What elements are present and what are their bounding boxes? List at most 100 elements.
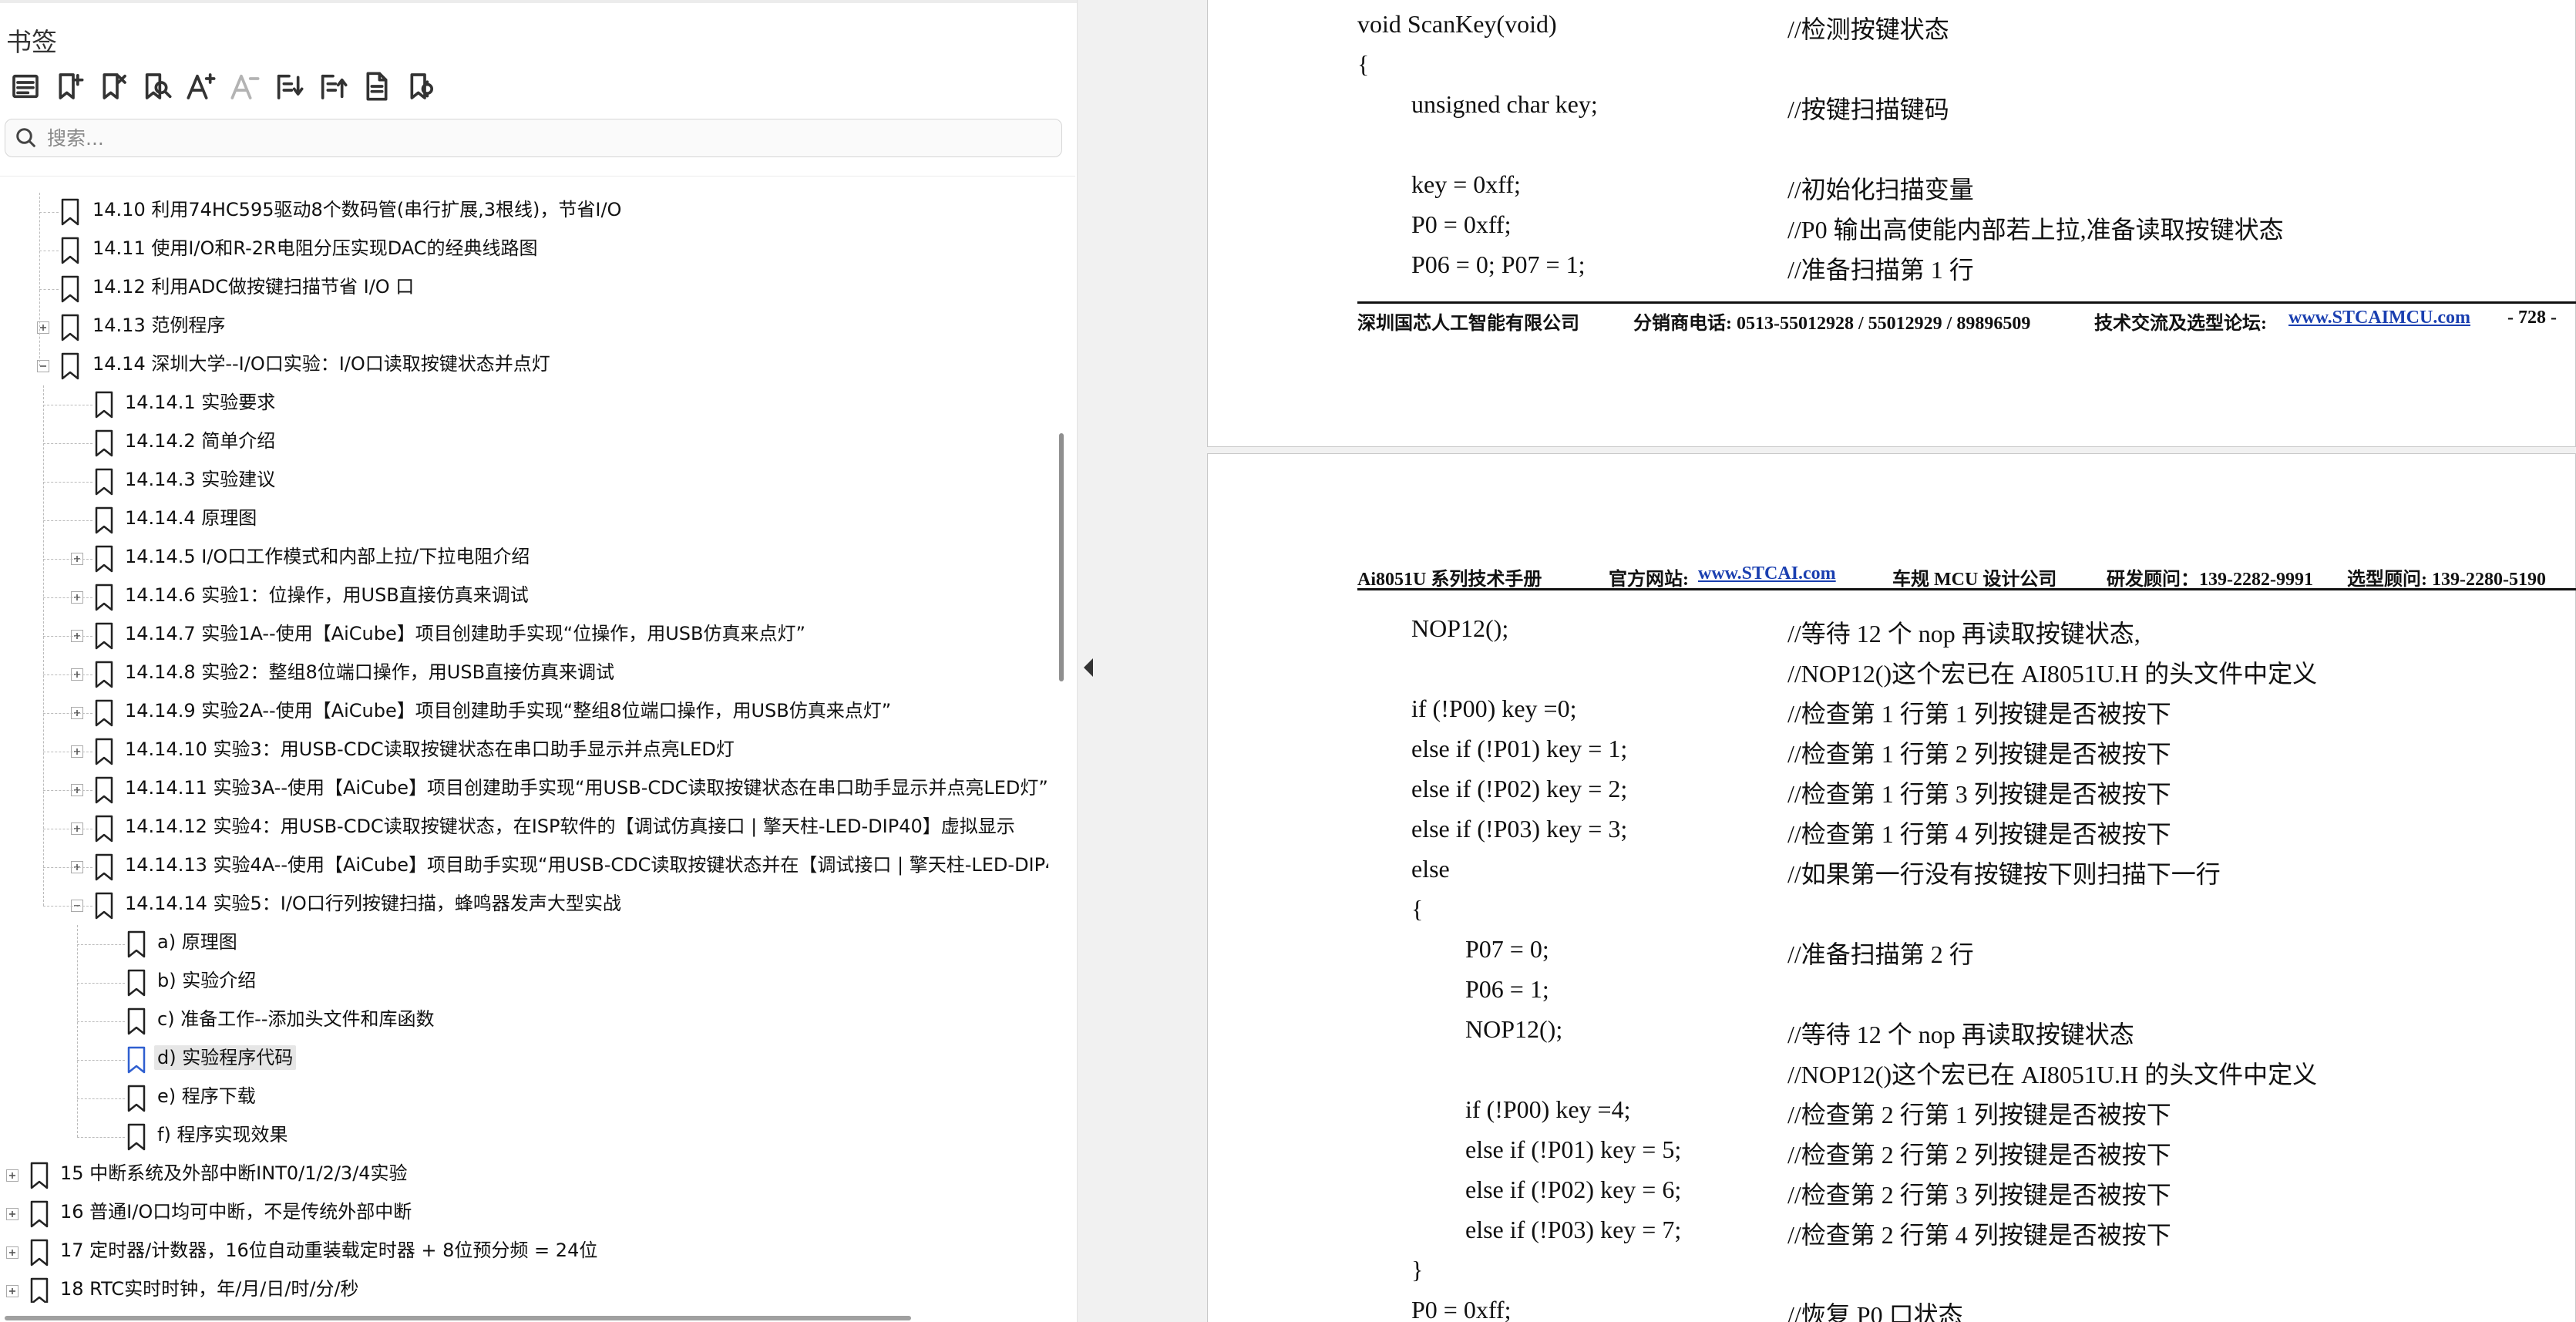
bookmark-item[interactable]: f) 程序实现效果 bbox=[0, 1118, 1048, 1156]
bookmark-item[interactable]: 15 中断系统及外部中断INT0/1/2/3/4实验 bbox=[0, 1156, 1048, 1195]
bookmark-horizontal-scrollbar[interactable] bbox=[0, 1307, 1075, 1322]
code-comment: //准备扫描第 1 行 bbox=[1787, 256, 1974, 284]
bookmark-icon bbox=[126, 1085, 146, 1112]
tree-guide-line bbox=[77, 1021, 125, 1022]
bookmark-item-label: 14.14 深圳大学--I/O口实验：I/O口读取按键状态并点灯 bbox=[92, 353, 550, 375]
tree-guide-line bbox=[43, 520, 92, 521]
font-increase-button[interactable] bbox=[179, 68, 223, 108]
bookmark-item[interactable]: 14.14.2 简单介绍 bbox=[0, 424, 1048, 463]
bookmark-icon bbox=[94, 776, 114, 804]
expand-toggle-icon[interactable] bbox=[6, 1169, 18, 1182]
bookmark-item[interactable]: 14.14.9 实验2A--使用【AiCube】项目创建助手实现“整组8位端口操… bbox=[0, 694, 1048, 732]
tree-guide-line bbox=[77, 1060, 125, 1061]
bookmark-item[interactable]: 14.14.14 实验5：I/O口行列按键扫描，蜂鸣器发声大型实战 bbox=[0, 886, 1048, 925]
bookmark-item-label: 14.14.3 实验建议 bbox=[125, 469, 276, 490]
footer-company: 深圳国芯人工智能有限公司 bbox=[1357, 314, 1579, 334]
expand-toggle-icon[interactable] bbox=[6, 1285, 18, 1297]
bookmark-search-box[interactable] bbox=[5, 119, 1062, 157]
code-text: P06 = 0; P07 = 1; bbox=[1411, 251, 1586, 278]
bookmark-item[interactable]: 14.14.4 原理图 bbox=[0, 501, 1048, 540]
bookmark-item[interactable]: 16 普通I/O口均可中断，不是传统外部中断 bbox=[0, 1195, 1048, 1233]
bookmark-item[interactable]: 14.14.7 实验1A--使用【AiCube】项目创建助手实现“位操作，用US… bbox=[0, 617, 1048, 655]
bookmark-item[interactable]: 17 定时器/计数器，16位自动重装载定时器 + 8位预分频 = 24位 bbox=[0, 1233, 1048, 1272]
bookmark-settings-button[interactable] bbox=[399, 68, 442, 108]
bookmark-item[interactable]: 14.14.8 实验2：整组8位端口操作，用USB直接仿真来调试 bbox=[0, 655, 1048, 694]
bookmark-item[interactable]: 14.14.12 实验4：用USB-CDC读取按键状态，在ISP软件的【调试仿真… bbox=[0, 809, 1048, 848]
bookmark-item[interactable]: 14.14.1 实验要求 bbox=[0, 385, 1048, 424]
font-decrease-icon bbox=[230, 71, 261, 105]
bookmark-search-input[interactable] bbox=[47, 126, 1049, 150]
bookmark-item[interactable]: 14.10 利用74HC595驱动8个数码管(串行扩展,3根线)，节省I/O bbox=[0, 193, 1048, 231]
outline-list-button[interactable] bbox=[3, 68, 47, 108]
panel-splitter[interactable] bbox=[1078, 0, 1207, 1322]
code-comment: //检测按键状态 bbox=[1787, 15, 1949, 43]
tree-guide-line bbox=[43, 867, 92, 868]
header-rule bbox=[1357, 588, 2576, 590]
code-comment: //等待 12 个 nop 再读取按键状态 bbox=[1787, 1021, 2134, 1048]
bookmark-item-label: 17 定时器/计数器，16位自动重装载定时器 + 8位预分频 = 24位 bbox=[60, 1240, 598, 1261]
bookmark-item[interactable]: d) 实验程序代码 bbox=[0, 1041, 1048, 1079]
collapse-panel-arrow-icon[interactable] bbox=[1082, 657, 1095, 678]
bookmark-icon bbox=[94, 661, 114, 688]
bookmark-item-label: 14.14.2 简单介绍 bbox=[125, 430, 276, 452]
bookmark-icon bbox=[29, 1162, 49, 1189]
bookmark-icon bbox=[29, 1239, 49, 1266]
tree-guide-line bbox=[77, 983, 125, 984]
code-text: P0 = 0xff; bbox=[1411, 210, 1512, 238]
collapse-all-button[interactable] bbox=[311, 68, 355, 108]
bookmark-vertical-scrollbar[interactable] bbox=[1054, 193, 1071, 1303]
document-viewport[interactable]: void ScanKey(void) //检测按键状态 {unsigned char… bbox=[1207, 0, 2576, 1322]
bookmark-properties-button[interactable] bbox=[355, 68, 399, 108]
expand-toggle-icon[interactable] bbox=[6, 1246, 18, 1259]
tree-guide-line bbox=[39, 289, 59, 290]
expand-toggle-icon[interactable] bbox=[6, 1208, 18, 1220]
bookmark-item[interactable]: 14.14.5 I/O口工作模式和内部上拉/下拉电阻介绍 bbox=[0, 540, 1048, 578]
find-bookmark-button[interactable] bbox=[135, 68, 179, 108]
vertical-scroll-thumb[interactable] bbox=[1059, 433, 1064, 681]
search-icon bbox=[16, 128, 36, 148]
bookmark-icon bbox=[94, 622, 114, 650]
bookmark-icon bbox=[126, 1123, 146, 1151]
horizontal-scroll-thumb[interactable] bbox=[5, 1316, 911, 1320]
bookmark-item[interactable]: 14.14.3 实验建议 bbox=[0, 463, 1048, 501]
add-bookmark-button[interactable] bbox=[47, 68, 91, 108]
tree-guide-line bbox=[43, 443, 92, 444]
delete-bookmark-button[interactable] bbox=[91, 68, 135, 108]
bookmark-item[interactable]: 14.11 使用I/O和R-2R电阻分压实现DAC的经典线路图 bbox=[0, 231, 1048, 270]
bookmark-icon bbox=[29, 1277, 49, 1303]
tree-guide-line bbox=[77, 1137, 125, 1138]
bookmark-item[interactable]: 14.13 范例程序 bbox=[0, 308, 1048, 347]
code-comment: //检查第 1 行第 3 列按键是否被按下 bbox=[1787, 780, 2171, 808]
expand-all-button[interactable] bbox=[267, 68, 311, 108]
bookmark-item[interactable]: 14.14.11 实验3A--使用【AiCube】项目创建助手实现“用USB-C… bbox=[0, 771, 1048, 809]
bookmark-item[interactable]: c) 准备工作--添加头文件和库函数 bbox=[0, 1002, 1048, 1041]
code-comment: //检查第 2 行第 1 列按键是否被按下 bbox=[1787, 1101, 2171, 1129]
bookmark-item[interactable]: 18 RTC实时时钟，年/月/日/时/分/秒 bbox=[0, 1272, 1048, 1303]
bookmark-toolbar bbox=[3, 68, 442, 108]
bookmark-item[interactable]: 14.14 深圳大学--I/O口实验：I/O口读取按键状态并点灯 bbox=[0, 347, 1048, 385]
footer-forum-link[interactable]: www.STCAIMCU.com bbox=[2288, 308, 2470, 328]
bookmark-icon bbox=[94, 506, 114, 534]
font-increase-icon bbox=[186, 71, 217, 105]
code-text: else if (!P01) key = 1; bbox=[1411, 735, 1628, 762]
code-text: P07 = 0; bbox=[1465, 935, 1549, 963]
code-comment: //P0 输出高使能内部若上拉,准备读取按键状态 bbox=[1787, 216, 2284, 244]
bookmark-icon bbox=[94, 545, 114, 573]
code-text: else if (!P03) key = 7; bbox=[1465, 1216, 1682, 1243]
bookmark-item[interactable]: 14.12 利用ADC做按键扫描节省 I/O 口 bbox=[0, 270, 1048, 308]
code-text: } bbox=[1411, 1256, 1424, 1283]
bookmark-item[interactable]: 14.14.10 实验3：用USB-CDC读取按键状态在串口助手显示并点亮LED… bbox=[0, 732, 1048, 771]
bookmark-item-label: a) 原理图 bbox=[157, 931, 237, 953]
bookmark-item[interactable]: 14.14.6 实验1：位操作，用USB直接仿真来调试 bbox=[0, 578, 1048, 617]
bookmark-item-label: 14.14.10 实验3：用USB-CDC读取按键状态在串口助手显示并点亮LED… bbox=[125, 738, 735, 760]
bookmark-item[interactable]: a) 原理图 bbox=[0, 925, 1048, 964]
bookmark-item[interactable]: b) 实验介绍 bbox=[0, 964, 1048, 1002]
header-site-link[interactable]: www.STCAI.com bbox=[1698, 563, 1836, 584]
header-rd-contact: 研发顾问：139-2282-9991 bbox=[2107, 570, 2313, 590]
footer-forum-label: 技术交流及选型论坛: bbox=[2094, 314, 2267, 334]
bookmark-item-label: b) 实验介绍 bbox=[157, 970, 257, 991]
code-text: else if (!P01) key = 5; bbox=[1465, 1135, 1682, 1163]
code-text: void ScanKey(void) bbox=[1357, 10, 1557, 38]
bookmark-item[interactable]: e) 程序下载 bbox=[0, 1079, 1048, 1118]
bookmark-item[interactable]: 14.14.13 实验4A--使用【AiCube】项目助手实现“用USB-CDC… bbox=[0, 848, 1048, 886]
